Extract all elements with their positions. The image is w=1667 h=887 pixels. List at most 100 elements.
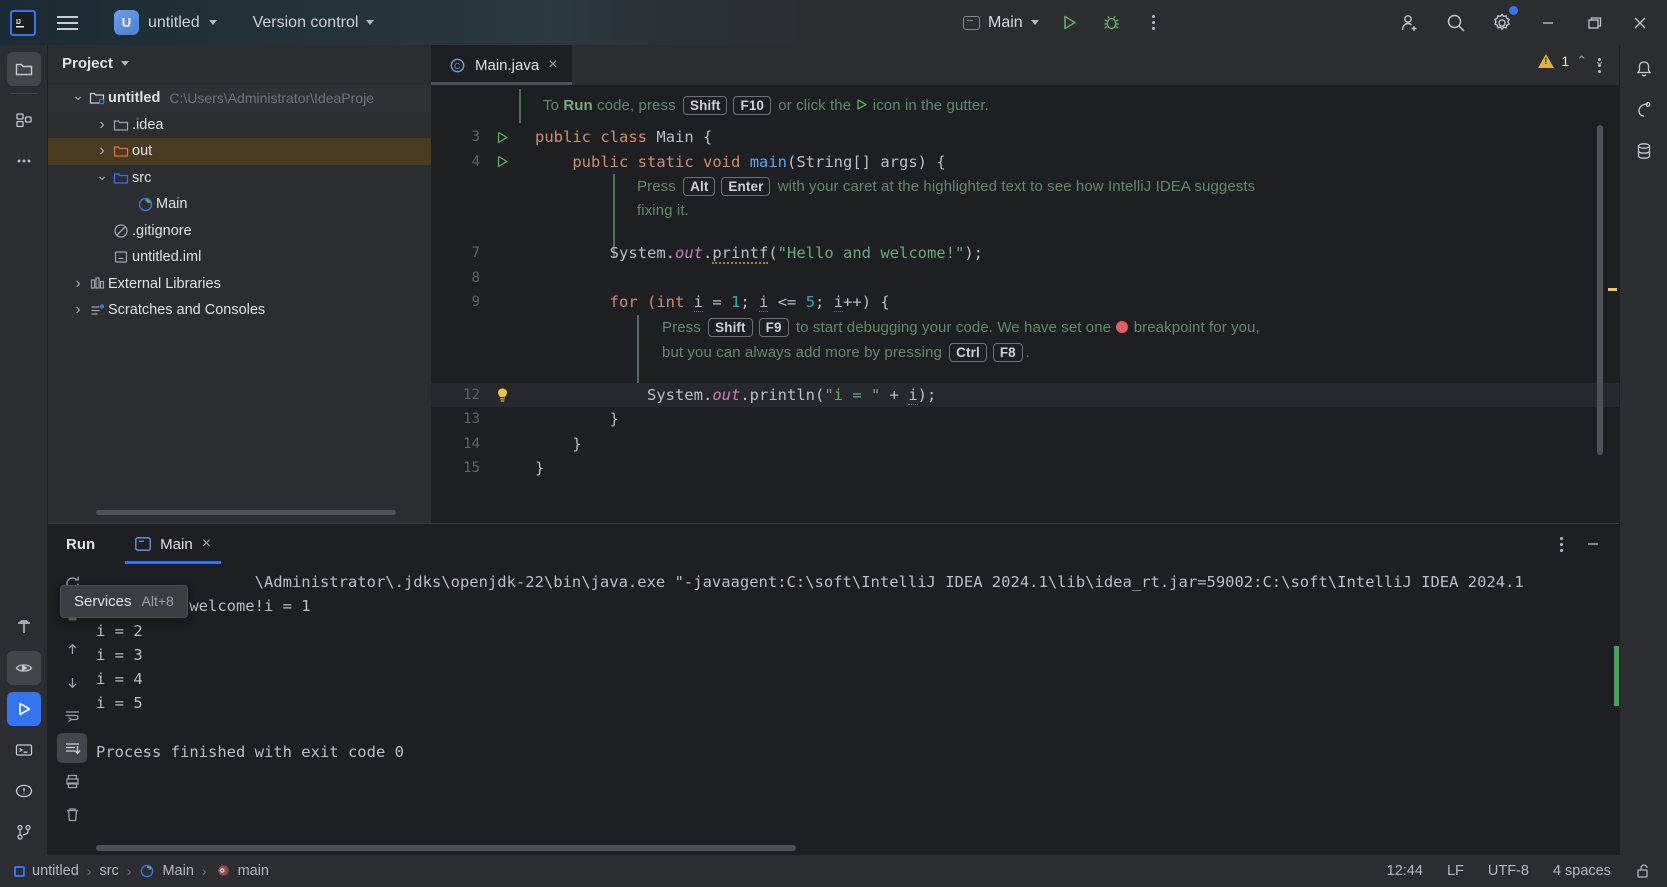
chevron-right-icon[interactable] (94, 117, 110, 133)
code-line[interactable]: 3 public class Main { (431, 125, 1619, 150)
tree-row-untitled[interactable]: untitled C:\Users\Administrator\IdeaProj… (48, 85, 431, 112)
console-output[interactable]: \Administrator\.jdks\openjdk-22\bin\java… (96, 564, 1619, 855)
code-line[interactable]: 14 } (431, 432, 1619, 457)
run-button[interactable] (1051, 6, 1089, 40)
up-arrow-icon[interactable] (57, 634, 87, 664)
project-horizontal-scrollbar[interactable] (96, 510, 396, 515)
breadcrumb-module[interactable]: untitled (14, 863, 79, 879)
run-tab-main[interactable]: Main × (125, 524, 221, 564)
sidebar-item-commit[interactable] (7, 103, 41, 137)
tree-row-external-libraries[interactable]: External Libraries (48, 271, 431, 298)
sidebar-item-debug[interactable] (6, 651, 41, 685)
clear-all-icon[interactable] (57, 799, 87, 829)
lightbulb-icon[interactable] (487, 387, 517, 403)
tree-row-scratches[interactable]: Scratches and Consoles (48, 297, 431, 324)
main-menu-icon[interactable] (48, 8, 86, 38)
maximize-button[interactable] (1571, 0, 1617, 45)
sidebar-item-build[interactable] (7, 610, 41, 644)
tree-row-iml[interactable]: untitled.iml (48, 244, 431, 271)
minimize-button[interactable] (1525, 0, 1571, 45)
previous-problem-icon[interactable]: ⌃ (1576, 53, 1587, 69)
sidebar-item-version-control[interactable] (7, 815, 41, 849)
tooltip-label: Services (74, 593, 132, 610)
sidebar-item-project[interactable] (6, 52, 41, 86)
line-number: 12 (463, 386, 480, 403)
line-separator-widget[interactable]: LF (1447, 863, 1464, 879)
add-account-icon[interactable] (1387, 0, 1433, 45)
sidebar-item-terminal[interactable] (7, 733, 41, 767)
banner-debug-line2: but you can always add more by pressing … (431, 340, 1619, 365)
tree-row-gitignore[interactable]: .gitignore (48, 218, 431, 245)
more-run-options-icon[interactable] (1135, 6, 1173, 40)
sidebar-item-problems[interactable] (7, 774, 41, 808)
module-icon (14, 865, 25, 877)
close-button[interactable] (1617, 0, 1663, 45)
code-editor[interactable]: To Run code, press Shift F10 or click the… (431, 85, 1619, 523)
code-line-current[interactable]: 12 System.out.println("i = " + i); (431, 382, 1619, 407)
field: out (674, 244, 703, 263)
chevron-down-icon[interactable] (120, 60, 129, 66)
chevron-right-icon[interactable] (70, 302, 86, 318)
warning-marker[interactable] (1608, 288, 1617, 291)
settings-button[interactable] (1479, 0, 1525, 45)
folder-icon (110, 117, 132, 133)
editor-error-stripe[interactable] (1605, 85, 1619, 523)
inspection-widget[interactable]: 1 ⌃ ⌄ (1538, 53, 1605, 69)
code-line[interactable]: 9 for (int i = 1; i <= 5; i++) { (431, 290, 1619, 315)
tree-row-idea[interactable]: .idea (48, 112, 431, 139)
kw: public (535, 128, 591, 147)
editor-vertical-scrollbar[interactable] (1597, 125, 1603, 455)
code-line[interactable]: 8 (431, 266, 1619, 291)
tab-main-java[interactable]: C Main.java × (431, 45, 572, 85)
line-number: 3 (471, 129, 480, 146)
database-icon[interactable] (1627, 134, 1661, 168)
breadcrumb-src[interactable]: src (99, 863, 118, 879)
code-line[interactable]: 15 } (431, 456, 1619, 481)
code-text: (int (637, 293, 694, 312)
status-bar-right: 12:44 LF UTF-8 4 spaces (1387, 862, 1653, 880)
search-icon[interactable] (1433, 0, 1479, 45)
tree-row-main[interactable]: Main (48, 191, 431, 218)
print-icon[interactable] (57, 766, 87, 796)
hide-run-panel-button[interactable] (1579, 530, 1607, 558)
code-line[interactable]: 13 } (431, 407, 1619, 432)
next-problem-icon[interactable]: ⌄ (1594, 53, 1605, 69)
code-content[interactable]: To Run code, press Shift F10 or click the… (431, 85, 1619, 523)
editor-area: C Main.java × To Run code, press Shift F… (431, 45, 1619, 523)
close-icon[interactable]: × (202, 536, 211, 552)
notifications-bell-icon[interactable] (1627, 52, 1661, 86)
run-configuration-selector[interactable]: Main (955, 10, 1047, 36)
run-gutter-icon[interactable] (487, 130, 517, 145)
time-widget[interactable]: 12:44 (1387, 863, 1423, 879)
folder-src-icon (110, 170, 132, 186)
title-bar-left: IJ U untitled Version control (0, 6, 380, 39)
chevron-down-icon[interactable] (70, 91, 86, 105)
project-widget[interactable]: U untitled (106, 6, 225, 39)
unlocked-icon[interactable] (1635, 862, 1653, 880)
indent-widget[interactable]: 4 spaces (1553, 863, 1611, 879)
ai-assistant-icon[interactable] (1627, 93, 1661, 127)
chevron-down-icon[interactable] (94, 171, 110, 185)
close-icon[interactable]: × (548, 57, 557, 73)
console-horizontal-scrollbar[interactable] (96, 845, 796, 851)
version-control-widget[interactable]: Version control (247, 10, 381, 36)
project-tree[interactable]: untitled C:\Users\Administrator\IdeaProj… (48, 81, 431, 523)
soft-wrap-icon[interactable] (57, 700, 87, 730)
breadcrumb-class[interactable]: Main (139, 863, 194, 879)
tree-row-out[interactable]: out (48, 138, 431, 165)
encoding-widget[interactable]: UTF-8 (1488, 863, 1529, 879)
sidebar-item-run[interactable] (6, 692, 41, 726)
run-panel-options-icon[interactable] (1547, 530, 1575, 558)
chevron-right-icon[interactable] (70, 276, 86, 292)
sidebar-item-more-tool-windows[interactable] (7, 144, 41, 178)
code-line[interactable]: 4 public static void main(String[] args)… (431, 150, 1619, 175)
debug-button[interactable] (1093, 6, 1131, 40)
code-line[interactable]: 7 System.out.printf("Hello and welcome!"… (431, 241, 1619, 266)
breadcrumb-method[interactable]: main (215, 863, 269, 879)
project-panel-header[interactable]: Project (48, 45, 431, 81)
chevron-right-icon[interactable] (94, 143, 110, 159)
scroll-to-end-icon[interactable] (57, 733, 87, 763)
down-arrow-icon[interactable] (57, 667, 87, 697)
run-gutter-icon[interactable] (487, 154, 517, 169)
tree-row-src[interactable]: src (48, 165, 431, 192)
